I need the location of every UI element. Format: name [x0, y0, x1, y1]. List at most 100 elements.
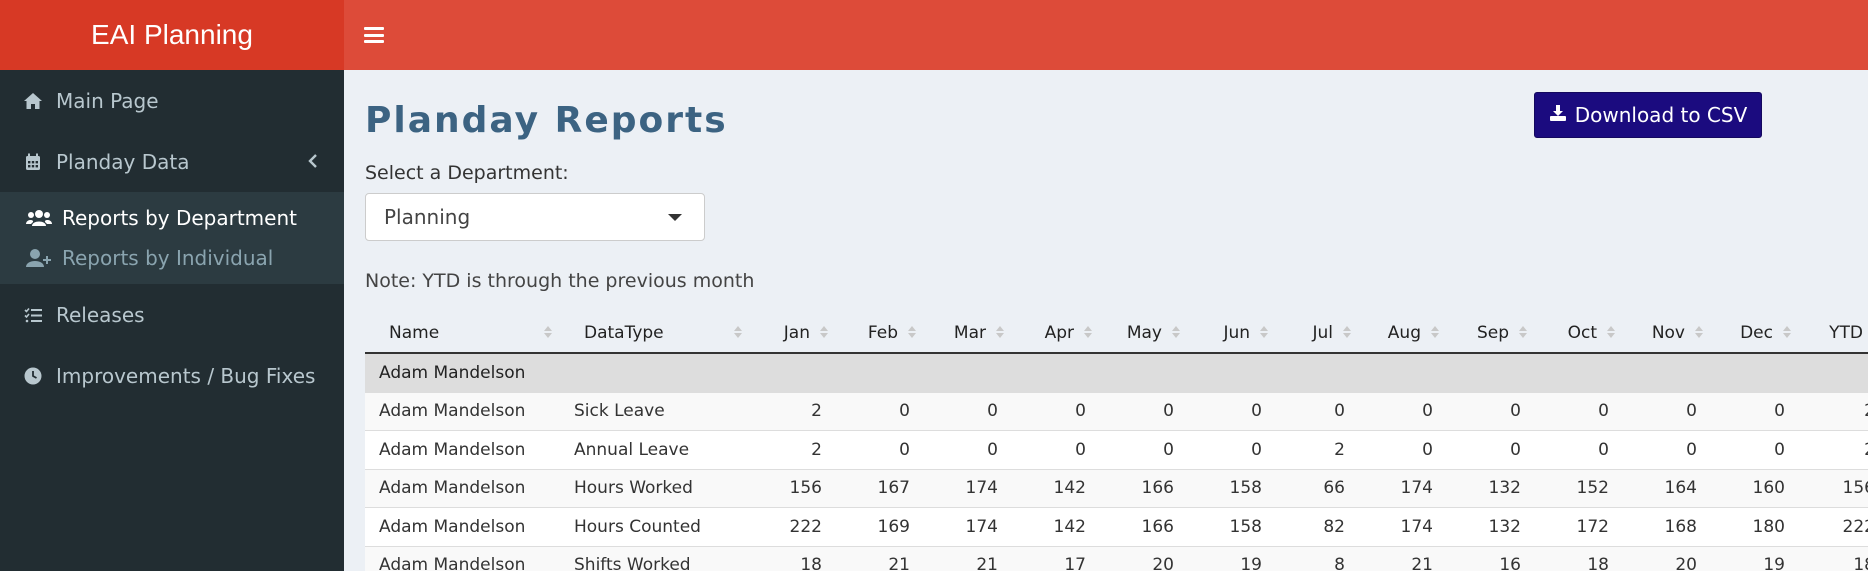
table-row: Adam Mandelson Hours Counted 222 169 174 142 1…: [365, 507, 1868, 547]
sort-icon: [996, 326, 1004, 338]
table-cell: Adam Mandelson: [365, 469, 560, 508]
sidebar-item-improvements[interactable]: Improvements / Bug Fixes: [0, 345, 344, 406]
table-cell: 156: [750, 469, 836, 508]
table-cell: 0: [1535, 392, 1623, 431]
column-header-jul[interactable]: Jul: [1276, 313, 1359, 354]
table-cell: Shifts Worked: [560, 546, 750, 571]
table-cell: Adam Mandelson: [365, 392, 560, 431]
column-header-label: DataType: [584, 322, 664, 343]
column-header-label: Feb: [867, 322, 898, 343]
table-cell: 222: [750, 507, 836, 547]
table-cell: 169: [836, 507, 924, 547]
caret-down-icon: [668, 214, 682, 221]
table-cell: Adam Mandelson: [365, 546, 560, 571]
sort-icon: [1783, 326, 1791, 338]
sidebar-subitem-label: Reports by Individual: [62, 246, 274, 270]
table-cell: 82: [1276, 507, 1359, 547]
table-cell: 166: [1100, 469, 1188, 508]
table-cell: 0: [1012, 392, 1100, 431]
table-cell: 0: [1711, 430, 1799, 470]
table-row: Adam Mandelson Hours Worked 156 167 174 142 16…: [365, 469, 1868, 508]
column-header-apr[interactable]: Apr: [1012, 313, 1100, 354]
table-cell: 0: [1535, 430, 1623, 470]
column-header-label: Dec: [1740, 322, 1773, 343]
table-cell: 2: [1276, 430, 1359, 470]
column-header-nov[interactable]: Nov: [1623, 313, 1711, 354]
table-cell: 0: [1359, 392, 1447, 431]
column-header-aug[interactable]: Aug: [1359, 313, 1447, 354]
table-cell: 158: [1188, 469, 1276, 508]
table-row: Adam MandelsonAnnual Leave2000002000002: [365, 430, 1868, 470]
top-navbar: [344, 0, 1868, 70]
table-cell: 174: [924, 507, 1012, 547]
page-title: Planday Reports: [365, 100, 728, 141]
table-cell: 0: [1188, 430, 1276, 470]
group-row: Adam Mandelson: [365, 353, 1868, 393]
report-table-wrapper: Name DataType Jan Feb Mar Apr May Jun Jul Aug Sep O…: [365, 313, 1868, 571]
table-cell: 142: [1012, 469, 1100, 508]
sidebar-item-releases[interactable]: Releases: [0, 284, 344, 345]
column-header-sep[interactable]: Sep: [1447, 313, 1535, 354]
table-cell: 132: [1447, 507, 1535, 547]
department-select-label: Select a Department:: [365, 162, 569, 184]
table-cell: Hours Worked: [560, 469, 750, 508]
column-header-jun[interactable]: Jun: [1188, 313, 1276, 354]
sidebar-item-label: Releases: [56, 302, 145, 327]
sidebar-subitem-reports-by-department[interactable]: Reports by Department: [0, 198, 344, 238]
column-header-label: Apr: [1044, 322, 1074, 343]
table-cell: 164: [1623, 469, 1711, 508]
table-cell: 8: [1276, 546, 1359, 571]
table-cell: Adam Mandelson: [365, 507, 560, 547]
column-header-ytd[interactable]: YTD: [1799, 313, 1868, 354]
column-header-label: Name: [389, 322, 440, 343]
sidebar-subitem-reports-by-individual[interactable]: Reports by Individual: [0, 238, 344, 278]
table-cell: 0: [836, 392, 924, 431]
download-csv-button[interactable]: Download to CSV: [1534, 92, 1762, 138]
table-cell: 156: [1799, 469, 1868, 508]
report-table: Name DataType Jan Feb Mar Apr May Jun Jul Aug Sep O…: [365, 313, 1868, 571]
column-header-label: Mar: [953, 322, 986, 343]
table-cell: 0: [1711, 392, 1799, 431]
table-cell: 19: [1711, 546, 1799, 571]
sort-icon: [1084, 326, 1092, 338]
column-header-name[interactable]: Name: [365, 313, 560, 354]
table-cell: 166: [1100, 507, 1188, 547]
app-brand[interactable]: EAI Planning: [0, 0, 344, 70]
column-header-label: Aug: [1387, 322, 1421, 343]
table-cell: Annual Leave: [560, 430, 750, 470]
column-header-datatype[interactable]: DataType: [560, 313, 750, 354]
table-cell: 180: [1711, 507, 1799, 547]
sidebar-item-label: Planday Data: [56, 149, 190, 174]
table-cell: 174: [924, 469, 1012, 508]
table-cell: 152: [1535, 469, 1623, 508]
table-cell: 0: [924, 430, 1012, 470]
table-cell: 2: [1799, 392, 1868, 431]
column-header-feb[interactable]: Feb: [836, 313, 924, 354]
column-header-oct[interactable]: Oct: [1535, 313, 1623, 354]
column-header-label: YTD: [1829, 322, 1863, 343]
table-cell: 172: [1535, 507, 1623, 547]
column-header-mar[interactable]: Mar: [924, 313, 1012, 354]
ytd-note: Note: YTD is through the previous month: [365, 270, 755, 292]
sort-icon: [1607, 326, 1615, 338]
table-cell: Sick Leave: [560, 392, 750, 431]
table-cell: 160: [1711, 469, 1799, 508]
table-cell: 2: [750, 392, 836, 431]
table-cell: 18: [750, 546, 836, 571]
table-row: Adam Mandelson Shifts Worked 18 21 21 17 20 19 8…: [365, 546, 1868, 571]
table-row: Adam MandelsonSick Leave2000000000002: [365, 392, 1868, 431]
calendar-icon: [22, 151, 44, 173]
column-header-dec[interactable]: Dec: [1711, 313, 1799, 354]
table-cell: Adam Mandelson: [365, 430, 560, 470]
column-header-may[interactable]: May: [1100, 313, 1188, 354]
sidebar-toggle-icon[interactable]: [364, 27, 384, 43]
department-select[interactable]: Planning: [365, 193, 705, 241]
table-cell: 0: [1623, 430, 1711, 470]
user-plus-icon: [26, 247, 52, 269]
column-header-jan[interactable]: Jan: [750, 313, 836, 354]
sidebar-item-main-page[interactable]: Main Page: [0, 70, 344, 131]
sidebar-item-planday-data[interactable]: Planday Data: [0, 131, 344, 192]
table-cell: 20: [1100, 546, 1188, 571]
sort-icon: [820, 326, 828, 338]
table-cell: 174: [1359, 507, 1447, 547]
